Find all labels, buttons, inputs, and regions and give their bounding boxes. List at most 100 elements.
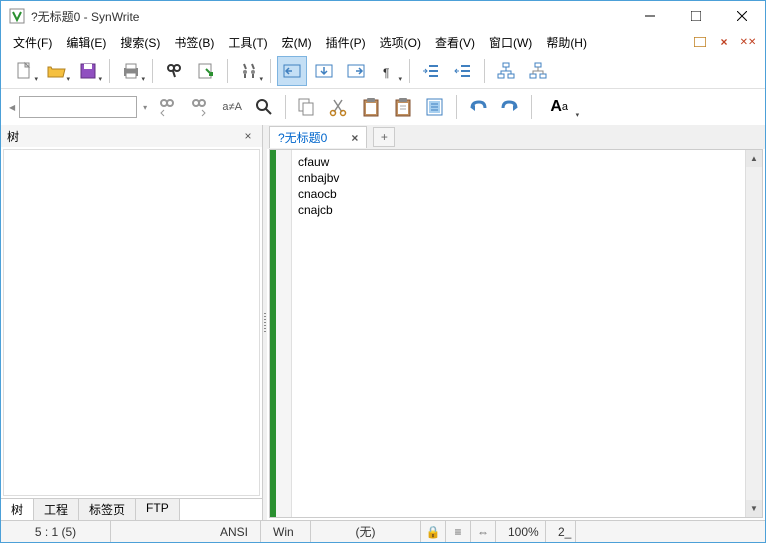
separator	[285, 95, 286, 119]
status-lexer[interactable]: (无)	[311, 521, 421, 542]
separator	[227, 59, 228, 83]
scroll-down-icon[interactable]: ▼	[746, 500, 762, 517]
app-icon	[9, 8, 25, 24]
menu-plugins[interactable]: 插件(P)	[320, 32, 372, 53]
find-prev-button[interactable]	[153, 92, 183, 122]
panel-right-button[interactable]	[341, 56, 371, 86]
left-tab-tabs[interactable]: 标签页	[79, 499, 136, 520]
editor-text[interactable]: cfauw cnbajbv cnaocb cnajcb	[292, 150, 745, 517]
toolbar-main: ▾ ▾ ▾ ▾ ▾ ¶▾	[1, 53, 765, 89]
scroll-up-icon[interactable]: ▲	[746, 150, 762, 167]
editor-line: cnaocb	[298, 186, 739, 202]
panel-left-button[interactable]	[277, 56, 307, 86]
left-tab-tree[interactable]: 树	[1, 499, 34, 520]
paste-button[interactable]	[388, 92, 418, 122]
find-next-button[interactable]	[185, 92, 215, 122]
indent-button[interactable]	[416, 56, 446, 86]
cut-button[interactable]	[324, 92, 354, 122]
minimize-button[interactable]	[627, 1, 673, 31]
tree-panel-title: 树	[7, 128, 240, 145]
doc-tab-label: ?无标题0	[278, 129, 327, 146]
menu-help[interactable]: 帮助(H)	[540, 32, 593, 53]
save-button[interactable]: ▾	[73, 56, 103, 86]
select-all-button[interactable]	[420, 92, 450, 122]
menu-edit[interactable]: 编辑(E)	[60, 32, 112, 53]
tree-panel: 树 × 树 工程 标签页 FTP	[1, 125, 263, 520]
editor-line: cnbajbv	[298, 170, 739, 186]
titlebar: ?无标题0 - SynWrite	[1, 1, 765, 31]
copy-button[interactable]	[292, 92, 322, 122]
tree-body[interactable]	[3, 149, 260, 496]
structure2-button[interactable]	[523, 56, 553, 86]
pilcrow-button[interactable]: ¶▾	[373, 56, 403, 86]
toolbar-search: ◀ ▾ a≠A Aa▾	[1, 89, 765, 125]
editor: cfauw cnbajbv cnaocb cnajcb ▲ ▼	[269, 149, 763, 518]
window-title: ?无标题0 - SynWrite	[31, 8, 627, 25]
menu-tools[interactable]: 工具(T)	[222, 32, 273, 53]
case-button[interactable]: a≠A	[217, 92, 247, 122]
redo-button[interactable]	[495, 92, 525, 122]
structure1-button[interactable]	[491, 56, 521, 86]
menu-macro[interactable]: 宏(M)	[276, 32, 318, 53]
status-tabsize[interactable]: 2_	[546, 521, 576, 542]
separator	[152, 59, 153, 83]
workspace: 树 × 树 工程 标签页 FTP ?无标题0 × + cfauw cnbajbv…	[1, 125, 765, 520]
settings-button[interactable]: ▾	[234, 56, 264, 86]
doc-tab[interactable]: ?无标题0 ×	[269, 126, 367, 148]
lock-icon[interactable]: 🔒	[421, 521, 446, 542]
editor-line: cnajcb	[298, 202, 739, 218]
new-file-button[interactable]: ▾	[9, 56, 39, 86]
align-icon[interactable]: ≡	[446, 521, 471, 542]
status-lineend[interactable]: Win	[261, 521, 311, 542]
add-tab-button[interactable]: +	[373, 127, 395, 147]
print-button[interactable]: ▾	[116, 56, 146, 86]
open-file-button[interactable]: ▾	[41, 56, 71, 86]
layout-icon[interactable]	[692, 34, 708, 50]
doc-tabs: ?无标题0 × +	[267, 125, 765, 149]
line-gutter	[276, 150, 292, 517]
menubar: 文件(F) 编辑(E) 搜索(S) 书签(B) 工具(T) 宏(M) 插件(P)…	[1, 31, 765, 53]
maximize-button[interactable]	[673, 1, 719, 31]
font-button[interactable]: Aa▾	[538, 92, 580, 122]
clipboard-button[interactable]	[356, 92, 386, 122]
wrap-icon[interactable]: ⇔	[471, 521, 496, 542]
editor-line: cfauw	[298, 154, 739, 170]
undo-button[interactable]	[463, 92, 493, 122]
vertical-scrollbar[interactable]: ▲ ▼	[745, 150, 762, 517]
statusbar: 5 : 1 (5) ANSI Win (无) 🔒 ≡ ⇔ 100% 2_	[1, 520, 765, 542]
chevron-down-icon[interactable]: ▾	[143, 103, 147, 112]
separator	[109, 59, 110, 83]
menu-window[interactable]: 窗口(W)	[483, 32, 538, 53]
close-button[interactable]	[719, 1, 765, 31]
chevron-left-icon[interactable]: ◀	[9, 103, 15, 112]
outdent-button[interactable]	[448, 56, 478, 86]
separator	[531, 95, 532, 119]
menu-view[interactable]: 查看(V)	[429, 32, 481, 53]
separator	[409, 59, 410, 83]
left-tab-project[interactable]: 工程	[34, 499, 79, 520]
separator	[456, 95, 457, 119]
status-zoom[interactable]: 100%	[496, 521, 546, 542]
editor-panel: ?无标题0 × + cfauw cnbajbv cnaocb cnajcb ▲ …	[267, 125, 765, 520]
doc-tab-close-icon[interactable]: ×	[351, 131, 358, 145]
status-message	[576, 521, 765, 542]
menu-search[interactable]: 搜索(S)	[114, 32, 166, 53]
zoom-button[interactable]	[249, 92, 279, 122]
left-tab-ftp[interactable]: FTP	[136, 499, 180, 520]
menu-options[interactable]: 选项(O)	[374, 32, 427, 53]
tree-panel-header: 树 ×	[1, 125, 262, 147]
menu-file[interactable]: 文件(F)	[7, 32, 58, 53]
goto-button[interactable]	[191, 56, 221, 86]
xx-icon[interactable]: ✕✕	[740, 34, 756, 50]
status-encoding[interactable]: ANSI	[111, 521, 261, 542]
left-tabs: 树 工程 标签页 FTP	[1, 498, 262, 520]
tree-panel-close-icon[interactable]: ×	[240, 129, 256, 143]
menu-bookmark[interactable]: 书签(B)	[168, 32, 220, 53]
search-input[interactable]	[19, 96, 137, 118]
separator	[484, 59, 485, 83]
separator	[270, 59, 271, 83]
find-button[interactable]	[159, 56, 189, 86]
panel-down-button[interactable]	[309, 56, 339, 86]
status-position[interactable]: 5 : 1 (5)	[1, 521, 111, 542]
x-icon[interactable]: ×	[716, 34, 732, 50]
